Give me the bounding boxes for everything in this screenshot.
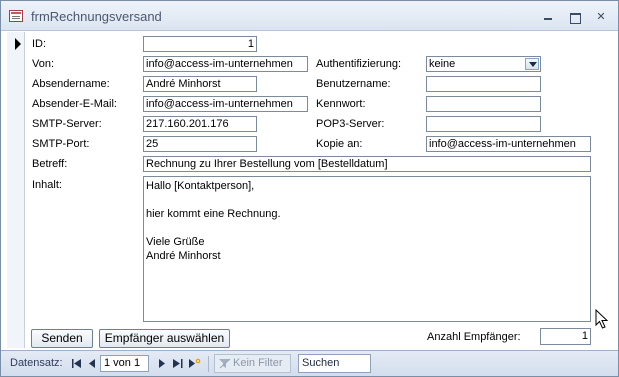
anzahl-empfaenger-field[interactable]: 1 (540, 328, 591, 345)
betreff-field[interactable]: Rechnung zu Ihrer Bestellung vom [Bestel… (143, 156, 591, 172)
von-field[interactable]: info@access-im-unternehmen (143, 56, 308, 72)
inhalt-label: Inhalt: (32, 179, 62, 191)
next-record-icon[interactable] (157, 358, 167, 369)
pop3-server-label: POP3-Server: (316, 118, 385, 130)
window-title: frmRechnungsversand (31, 9, 162, 24)
betreff-label: Betreff: (32, 158, 68, 170)
kopie-an-field[interactable]: info@access-im-unternehmen (426, 136, 591, 152)
anzahl-empfaenger-label: Anzahl Empfänger: (427, 331, 521, 343)
record-navigation-bar: Datensatz: 1 von 1 Kein Filter Suchen (1, 350, 618, 376)
previous-record-icon[interactable] (87, 358, 97, 369)
authentifizierung-value: keine (429, 58, 456, 70)
id-field[interactable]: 1 (143, 36, 257, 52)
navbar-separator (208, 356, 209, 372)
current-record-arrow-icon (15, 38, 21, 50)
kein-filter-button[interactable]: Kein Filter (214, 354, 291, 373)
inhalt-memo-field[interactable]: Hallo [Kontaktperson], hier kommt eine R… (143, 176, 591, 322)
chevron-down-icon[interactable] (525, 58, 539, 70)
von-label: Von: (32, 58, 55, 70)
minimize-icon[interactable] (540, 10, 556, 24)
absender-email-field[interactable]: info@access-im-unternehmen (143, 96, 308, 112)
pop3-server-field[interactable] (426, 116, 541, 132)
absendername-field[interactable]: André Minhorst (143, 76, 257, 92)
absendername-label: Absendername: (32, 78, 110, 90)
authentifizierung-label: Authentifizierung: (316, 58, 401, 70)
kopie-an-label: Kopie an: (316, 138, 363, 150)
smtp-server-field[interactable]: 217.160.201.176 (143, 116, 257, 132)
title-bar[interactable]: frmRechnungsversand ✕ (1, 1, 618, 31)
empfaenger-auswaehlen-button[interactable]: Empfänger auswählen (99, 329, 230, 348)
maximize-icon[interactable] (567, 10, 583, 24)
mouse-cursor-icon (595, 308, 609, 329)
smtp-port-field[interactable]: 25 (143, 136, 257, 152)
form-detail-section: ID: 1 Von: info@access-im-unternehmen Au… (26, 32, 617, 348)
id-label: ID: (32, 38, 47, 50)
suchen-input[interactable]: Suchen (298, 354, 371, 373)
absender-email-label: Absender-E-Mail: (32, 98, 117, 110)
first-record-icon[interactable] (72, 358, 82, 369)
record-selector[interactable] (7, 32, 25, 348)
kennwort-field[interactable] (426, 96, 541, 112)
kein-filter-label: Kein Filter (233, 357, 283, 369)
smtp-port-label: SMTP-Port: (32, 138, 90, 150)
authentifizierung-combo[interactable]: keine (426, 56, 541, 72)
current-record-field[interactable]: 1 von 1 (100, 355, 149, 372)
close-icon[interactable]: ✕ (593, 10, 609, 24)
kennwort-label: Kennwort: (316, 98, 366, 110)
access-form-window: frmRechnungsversand ✕ ID: 1 Von: info@ac… (0, 0, 619, 377)
smtp-server-label: SMTP-Server: (32, 118, 102, 130)
senden-button[interactable]: Senden (31, 329, 93, 348)
form-icon (9, 10, 23, 22)
new-record-icon[interactable] (189, 358, 201, 369)
benutzername-field[interactable] (426, 76, 541, 92)
last-record-icon[interactable] (173, 358, 183, 369)
datensatz-label: Datensatz: (10, 357, 63, 369)
benutzername-label: Benutzername: (316, 78, 391, 90)
filter-icon (219, 358, 231, 369)
